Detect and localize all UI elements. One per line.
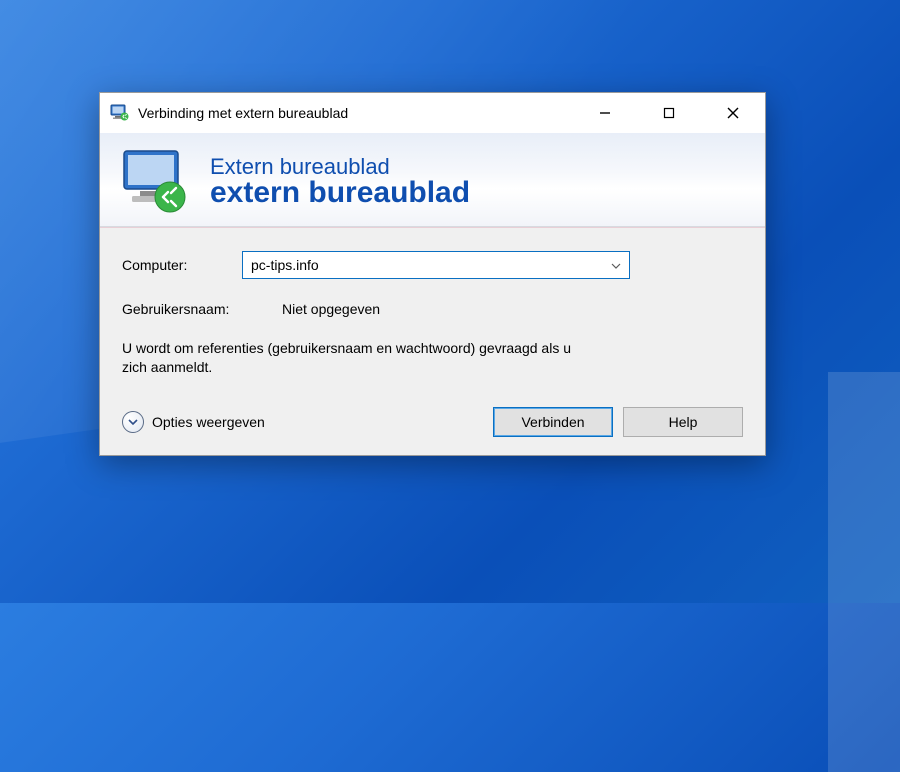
show-options-toggle[interactable]: Opties weergeven: [122, 411, 265, 433]
banner: Extern bureaublad extern bureaublad: [100, 133, 765, 227]
footer-buttons: Verbinden Help: [493, 407, 743, 437]
computer-row: Computer: pc-tips.info: [122, 251, 743, 279]
window-title: Verbinding met extern bureaublad: [138, 105, 348, 121]
help-button-label: Help: [669, 414, 698, 430]
dialog-body: Computer: pc-tips.info Gebruikersnaam: N…: [100, 227, 765, 455]
banner-text: Extern bureaublad extern bureaublad: [210, 154, 470, 209]
show-options-label: Opties weergeven: [152, 414, 265, 430]
minimize-button[interactable]: [573, 93, 637, 133]
maximize-button[interactable]: [637, 93, 701, 133]
titlebar[interactable]: Verbinding met extern bureaublad: [100, 93, 765, 133]
username-value: Niet opgegeven: [282, 301, 380, 317]
connect-button[interactable]: Verbinden: [493, 407, 613, 437]
window-controls: [573, 93, 765, 133]
close-button[interactable]: [701, 93, 765, 133]
username-row: Gebruikersnaam: Niet opgegeven: [122, 301, 743, 317]
wallpaper-light-panel-2: [828, 372, 900, 772]
remote-desktop-window: Verbinding met extern bureaublad: [99, 92, 766, 456]
credentials-info-text: U wordt om referenties (gebruikersnaam e…: [122, 339, 592, 377]
computer-combobox[interactable]: pc-tips.info: [242, 251, 630, 279]
username-label: Gebruikersnaam:: [122, 301, 282, 317]
computer-label: Computer:: [122, 257, 242, 273]
app-icon: [110, 104, 130, 122]
titlebar-left: Verbinding met extern bureaublad: [100, 93, 573, 133]
connect-button-label: Verbinden: [521, 414, 584, 430]
footer: Opties weergeven Verbinden Help: [122, 407, 743, 437]
banner-title-line2: extern bureaublad: [210, 177, 470, 209]
remote-desktop-icon: [118, 147, 194, 217]
chevron-down-icon: [611, 258, 621, 272]
computer-value: pc-tips.info: [251, 257, 319, 273]
help-button[interactable]: Help: [623, 407, 743, 437]
chevron-down-circle-icon: [122, 411, 144, 433]
